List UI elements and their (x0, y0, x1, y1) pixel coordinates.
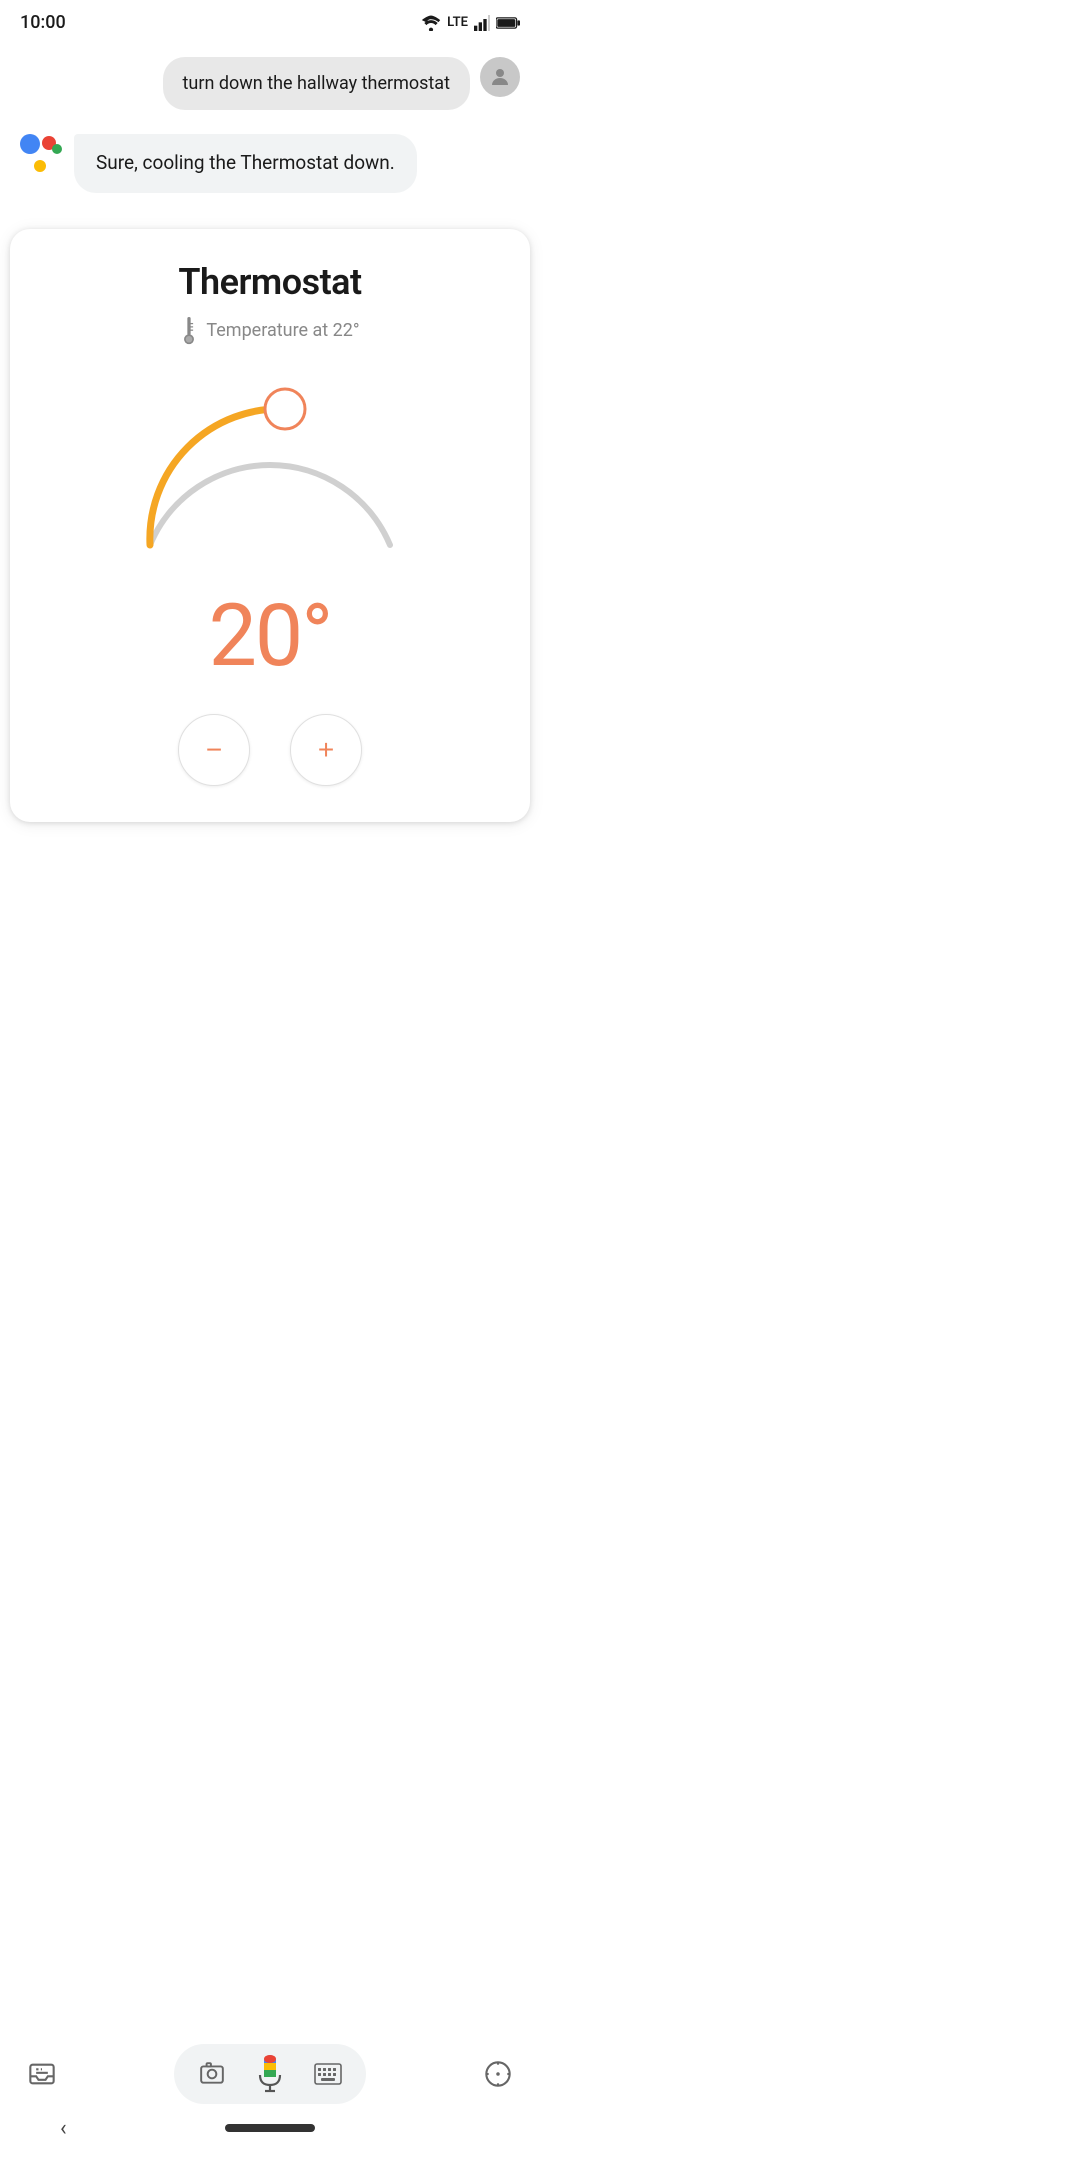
thermostat-arc-svg (100, 345, 440, 565)
assistant-bubble: Sure, cooling the Thermostat down. (74, 134, 417, 193)
bottom-bar: ‹ (0, 2032, 540, 2160)
battery-icon (496, 16, 520, 30)
lens-icon (199, 2061, 225, 2087)
assistant-message-text: Sure, cooling the Thermostat down. (96, 151, 395, 174)
assistant-message-row: Sure, cooling the Thermostat down. (20, 134, 520, 193)
signal-icon (474, 15, 490, 31)
thermostat-dial (100, 365, 440, 565)
input-toolbar (0, 2044, 540, 2104)
temperature-label: Temperature at 22° (206, 320, 359, 341)
home-indicator[interactable] (225, 2124, 315, 2132)
inbox-button[interactable] (20, 2052, 64, 2096)
chat-area: turn down the hallway thermostat Sure, c… (0, 41, 540, 229)
google-assistant-logo (20, 134, 64, 178)
control-buttons: − + (178, 714, 362, 786)
center-input-pill (174, 2044, 366, 2104)
thermostat-card: Thermostat Temperature at 22° 20° − (10, 229, 530, 822)
increase-icon: + (318, 736, 334, 764)
nav-bar: ‹ (0, 2120, 540, 2132)
user-message-row: turn down the hallway thermostat (20, 57, 520, 110)
status-bar: 10:00 LTE (0, 0, 540, 41)
wifi-icon (421, 15, 441, 31)
user-avatar (480, 57, 520, 97)
user-message-text: turn down the hallway thermostat (183, 73, 450, 94)
keyboard-button[interactable] (310, 2056, 346, 2092)
avatar-icon (488, 65, 512, 89)
compass-button[interactable] (476, 2052, 520, 2096)
thermometer-icon (180, 317, 198, 345)
user-bubble: turn down the hallway thermostat (163, 57, 470, 110)
thermostat-title: Thermostat (178, 261, 361, 303)
status-time: 10:00 (20, 12, 66, 33)
decrease-button[interactable]: − (178, 714, 250, 786)
compass-icon (484, 2060, 512, 2088)
temperature-label-row: Temperature at 22° (180, 317, 359, 345)
lte-label: LTE (447, 15, 468, 30)
microphone-button[interactable] (248, 2052, 292, 2096)
decrease-icon: − (206, 736, 222, 764)
keyboard-icon (314, 2063, 342, 2085)
microphone-icon (256, 2055, 284, 2093)
temperature-display: 20° (209, 585, 332, 686)
status-icons: LTE (421, 15, 520, 31)
inbox-icon (28, 2060, 56, 2088)
lens-button[interactable] (194, 2056, 230, 2092)
increase-button[interactable]: + (290, 714, 362, 786)
back-button[interactable]: ‹ (60, 2116, 67, 2141)
